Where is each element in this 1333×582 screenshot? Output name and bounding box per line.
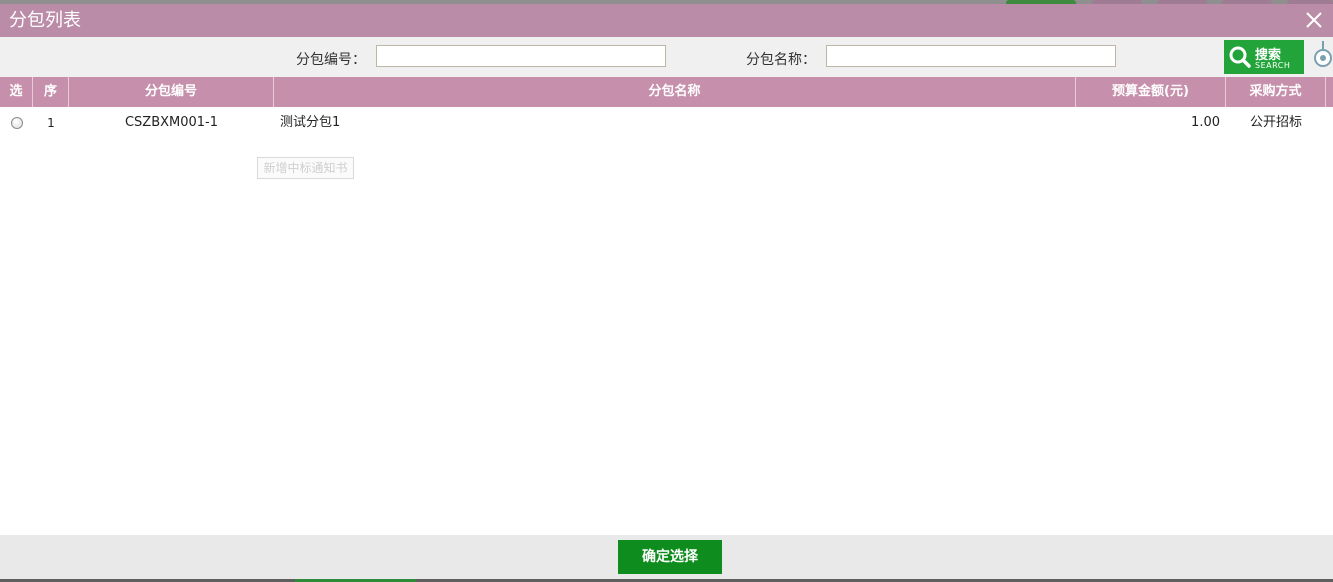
column-header-method: 采购方式 [1226,77,1326,107]
search-button-sublabel: SEARCH [1255,61,1291,70]
confirm-selection-button[interactable]: 确定选择 [618,540,722,574]
row-index: 1 [47,116,55,130]
column-header-package-no: 分包编号 [69,77,274,107]
column-header-index: 序 [33,77,69,107]
column-header-package-name: 分包名称 [274,77,1076,107]
package-no-input[interactable] [376,45,666,67]
close-icon[interactable] [1303,9,1325,31]
column-header-select: 选 [0,77,33,107]
column-header-budget: 预算金额(元) [1076,77,1226,107]
row-budget: 1.00 [1191,115,1220,130]
add-award-notice-button[interactable]: 新增中标通知书 [257,157,354,179]
dialog-footer: 确定选择 [0,535,1333,579]
target-icon[interactable] [1313,41,1333,75]
row-method: 公开招标 [1249,115,1302,130]
table-row[interactable]: 1 CSZBXM001-1 测试分包1 1.00 公开招标 [0,107,1333,139]
package-name-input[interactable] [826,45,1116,67]
table-header: 选 序 分包编号 分包名称 预算金额(元) 采购方式 [0,77,1333,107]
search-bar: 分包编号： 分包名称： 搜索 SEARCH [0,37,1333,77]
search-button[interactable]: 搜索 SEARCH [1224,40,1304,74]
row-package-no: CSZBXM001-1 [124,115,219,130]
package-name-label: 分包名称： [746,52,816,68]
row-package-name: 测试分包1 [280,115,341,130]
package-no-label: 分包编号： [296,52,366,68]
search-icon [1228,45,1252,73]
dialog-title-bar: 分包列表 [0,4,1333,37]
dialog-title: 分包列表 [9,10,81,31]
row-select-radio[interactable] [11,117,23,129]
